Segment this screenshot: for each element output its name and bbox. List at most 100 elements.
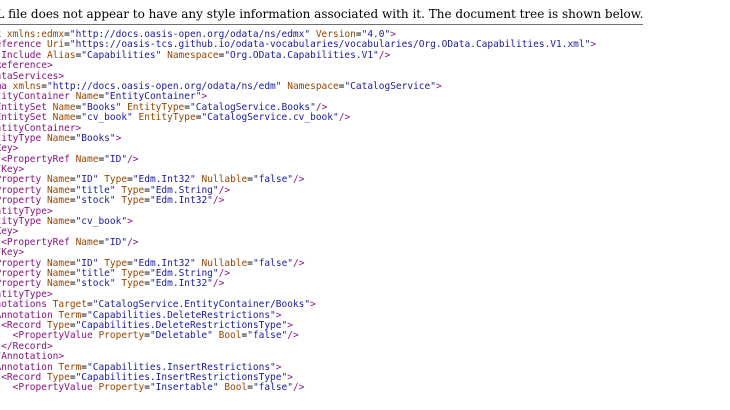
xml-line: <EntitySet Name="cv_book" EntityType="Ca…: [0, 112, 643, 124]
xml-attribute-name: Namespace: [167, 49, 219, 61]
xml-tag-token: <PropertyRef: [1, 236, 70, 248]
xml-attribute-value: "false": [252, 382, 293, 394]
xml-attribute-name: Name: [46, 278, 70, 290]
xml-tag-token: />: [127, 236, 139, 248]
xml-attribute-name: Version: [315, 29, 356, 40]
xml-attribute-name: Name: [46, 257, 70, 269]
xml-tag-token: </Key>: [0, 247, 25, 259]
xml-tag-token: />: [293, 257, 305, 269]
xml-line: </edmx:Reference>: [0, 60, 643, 71]
browser-viewport: This XML file does not appear to have an…: [0, 0, 730, 410]
xml-tag-token: <Record: [1, 319, 42, 331]
xml-tag-token: <Key>: [0, 143, 19, 155]
xml-attribute-name: Bool: [224, 382, 248, 394]
xml-tag-token: <Annotations: [0, 299, 47, 311]
xml-attribute-name: Type: [104, 257, 128, 269]
xml-attribute-name: Name: [75, 91, 99, 103]
xml-attribute-value: "Org.OData.Capabilities.V1": [224, 49, 379, 61]
xml-tag-token: <Property: [0, 195, 42, 207]
xml-line: <Property Name="stock" Type="Edm.Int32"/…: [0, 196, 643, 206]
xml-attribute-value: "Capabilities": [81, 49, 162, 61]
xml-tag-token: >: [390, 29, 396, 40]
xml-attribute-value: "Capabilities.DeleteRestrictions": [87, 309, 276, 321]
xml-tag-token: </EntityType>: [0, 205, 53, 217]
xml-tag-token: />: [338, 112, 351, 124]
xml-tag-token: <Annotation: [0, 309, 53, 321]
xml-attribute-name: Property: [98, 330, 145, 342]
xml-tag-token: <Property: [0, 174, 42, 186]
xml-tag-token: />: [127, 153, 139, 165]
xml-attribute-name: Namespace: [287, 80, 339, 92]
xml-attribute-name: Type: [121, 184, 145, 196]
xml-tag-token: />: [218, 267, 231, 279]
xml-attribute-value: "false": [252, 174, 294, 186]
xml-tag-token: >: [115, 132, 122, 144]
xml-tag-token: />: [293, 174, 305, 186]
xml-attribute-value: "Capabilities.InsertRestrictions": [87, 361, 276, 373]
xml-tag-token: >: [287, 319, 293, 331]
xml-attribute-value: "Edm.Int32": [132, 174, 196, 186]
xml-line: <PropertyValue Property="Deletable" Bool…: [0, 331, 643, 341]
xml-attribute-value: "Capabilities.InsertRestrictionsType": [75, 371, 288, 383]
xml-attribute-value: "http://docs.oasis-open.org/odata/ns/edm…: [46, 80, 282, 92]
xml-attribute-name: Name: [75, 153, 99, 165]
xml-tag-token: />: [315, 101, 328, 113]
xml-attribute-name: Nullable: [201, 174, 248, 186]
xml-attribute-name: xmlns: [12, 80, 42, 92]
xml-viewer: This XML file does not appear to have an…: [0, 0, 644, 394]
xml-attribute-value: "Edm.Int32": [149, 278, 213, 290]
xml-attribute-name: Name: [46, 267, 70, 279]
xml-attribute-name: Type: [121, 278, 145, 290]
xml-attribute-name: Name: [52, 112, 76, 124]
xml-tag-token: </Record>: [1, 340, 53, 352]
xml-tag-token: <EntityType: [0, 132, 42, 144]
xml-attribute-name: Name: [46, 195, 70, 207]
xml-attribute-value: "Edm.Int32": [132, 257, 196, 269]
xml-tag-token: />: [287, 330, 299, 342]
xml-tag-token: >: [275, 309, 282, 321]
xml-tag-token: <EntityType: [0, 216, 42, 228]
xml-attribute-value: "cv_book": [81, 112, 133, 124]
xml-tag-token: <EntityContainer: [0, 91, 70, 103]
xml-attribute-value: "Edm.String": [149, 267, 219, 279]
xml-tag-token: <PropertyValue: [12, 382, 93, 394]
xml-attribute-value: "stock": [75, 195, 116, 207]
xml-tag-token: >: [201, 91, 208, 103]
xml-tag-token: <Property: [0, 278, 42, 290]
xml-attribute-value: "ID": [104, 236, 128, 248]
xml-tag-token: <Annotation: [0, 361, 53, 373]
xml-tag-token: />: [212, 195, 225, 207]
xml-attribute-name: Name: [46, 132, 70, 144]
xml-attribute-value: "false": [247, 330, 288, 342]
xml-attribute-name: Uri: [46, 39, 65, 51]
xml-attribute-value: "title": [75, 184, 116, 196]
xml-tag-token: />: [212, 278, 225, 290]
xml-attribute-name: Term: [58, 361, 82, 373]
xml-attribute-name: EntityType: [138, 112, 196, 124]
xml-attribute-name: Bool: [218, 330, 242, 342]
xml-attribute-name: Name: [75, 236, 99, 248]
xml-style-info-banner: This XML file does not appear to have an…: [0, 0, 644, 25]
xml-attribute-value: "ID": [75, 257, 99, 269]
xml-tag-token: <Property: [0, 267, 42, 279]
xml-attribute-value: "ID": [75, 174, 99, 186]
xml-attribute-value: "Edm.Int32": [149, 195, 213, 207]
xml-line: <edmx:Include Alias="Capabilities" Names…: [0, 49, 643, 61]
xml-tag-token: >: [287, 371, 293, 383]
xml-attribute-name: Nullable: [201, 257, 248, 269]
xml-attribute-value: "https://oasis-tcs.github.io/odata-vocab…: [69, 39, 591, 51]
xml-attribute-name: Alias: [46, 49, 76, 61]
xml-attribute-value: "stock": [75, 278, 116, 290]
xml-attribute-name: EntityType: [127, 101, 185, 113]
xml-attribute-value: "Capabilities.DeleteRestrictionsType": [75, 319, 288, 331]
xml-attribute-value: "EntityContainer": [104, 91, 202, 103]
xml-tag-token: >: [127, 216, 133, 228]
xml-attribute-name: Name: [46, 184, 70, 196]
xml-attribute-name: Type: [121, 267, 145, 279]
xml-attribute-value: "http://docs.oasis-open.org/odata/ns/edm…: [69, 29, 311, 40]
xml-attribute-name: Name: [46, 216, 70, 228]
xml-tag-token: <edmx:Reference: [0, 39, 42, 51]
banner-text: This XML file does not appear to have an…: [0, 7, 644, 21]
xml-attribute-name: Target: [52, 299, 87, 311]
xml-tag-token: <PropertyRef: [1, 153, 70, 165]
